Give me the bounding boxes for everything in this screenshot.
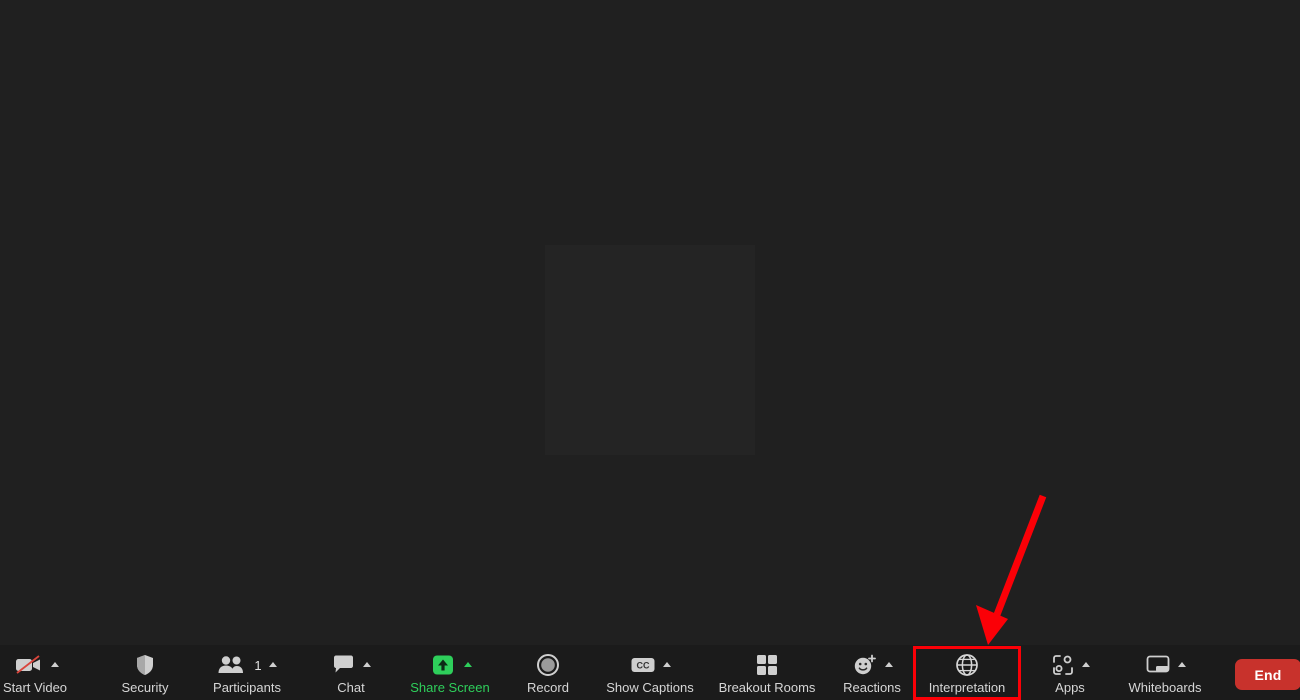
toolbar-item-participants[interactable]: 1 Participants xyxy=(200,645,294,700)
shield-icon xyxy=(134,653,156,677)
meeting-toolbar: Start Video Security 1 Participants Chat… xyxy=(0,645,1300,700)
globe-icon xyxy=(954,652,980,678)
cc-icon: CC xyxy=(630,655,656,675)
apps-bracket-icon xyxy=(1051,653,1075,677)
toolbar-label-participants: Participants xyxy=(213,680,281,695)
toolbar-label-apps: Apps xyxy=(1055,680,1085,695)
whiteboard-icon xyxy=(1145,654,1171,676)
toolbar-item-record[interactable]: Record xyxy=(518,645,578,700)
end-meeting-button[interactable]: End xyxy=(1235,659,1300,690)
svg-text:CC: CC xyxy=(636,660,649,670)
chat-caret-icon[interactable] xyxy=(362,661,371,667)
toolbar-item-whiteboards[interactable]: Whiteboards xyxy=(1112,645,1218,700)
grid-squares-icon xyxy=(755,653,779,677)
toolbar-label-share-screen: Share Screen xyxy=(410,680,490,695)
participants-caret-icon[interactable] xyxy=(268,661,277,667)
toolbar-label-chat: Chat xyxy=(337,680,365,695)
toolbar-item-breakout-rooms[interactable]: Breakout Rooms xyxy=(710,645,824,700)
reactions-caret-icon[interactable] xyxy=(884,661,893,667)
toolbar-label-interpretation: Interpretation xyxy=(928,680,1006,695)
toolbar-label-whiteboards: Whiteboards xyxy=(1128,680,1202,695)
toolbar-label-security: Security xyxy=(121,680,169,695)
end-button-label: End xyxy=(1254,666,1282,683)
toolbar-item-apps[interactable]: Apps xyxy=(1032,645,1108,700)
toolbar-item-start-video[interactable]: Start Video xyxy=(2,645,68,700)
toolbar-label-record: Record xyxy=(527,680,569,695)
share-screen-up-arrow-icon xyxy=(429,653,457,677)
toolbar-item-share-screen[interactable]: Share Screen xyxy=(398,645,502,700)
toolbar-label-show-captions: Show Captions xyxy=(606,680,694,695)
toolbar-label-breakout-rooms: Breakout Rooms xyxy=(718,680,816,695)
smiley-plus-icon xyxy=(852,653,878,677)
participants-count: 1 xyxy=(254,657,262,673)
toolbar-item-reactions[interactable]: Reactions xyxy=(832,645,912,700)
zoom-meeting-window: Start Video Security 1 Participants Chat… xyxy=(0,0,1300,700)
video-tile[interactable] xyxy=(545,245,755,455)
chat-bubble-icon xyxy=(332,654,356,676)
meeting-stage xyxy=(0,0,1300,645)
toolbar-label-start-video: Start Video xyxy=(2,680,68,695)
video-off-icon xyxy=(12,653,44,677)
people-icon xyxy=(217,654,247,676)
toolbar-item-security[interactable]: Security xyxy=(108,645,182,700)
start-video-caret-icon[interactable] xyxy=(50,661,59,667)
toolbar-item-chat[interactable]: Chat xyxy=(322,645,380,700)
record-circle-icon xyxy=(536,653,560,677)
share-screen-caret-icon[interactable] xyxy=(463,661,472,667)
toolbar-item-show-captions[interactable]: CC Show Captions xyxy=(592,645,708,700)
whiteboards-caret-icon[interactable] xyxy=(1177,661,1186,667)
apps-caret-icon[interactable] xyxy=(1081,661,1090,667)
toolbar-item-interpretation[interactable]: Interpretation xyxy=(913,645,1021,700)
show-captions-caret-icon[interactable] xyxy=(662,661,671,667)
toolbar-label-reactions: Reactions xyxy=(843,680,901,695)
